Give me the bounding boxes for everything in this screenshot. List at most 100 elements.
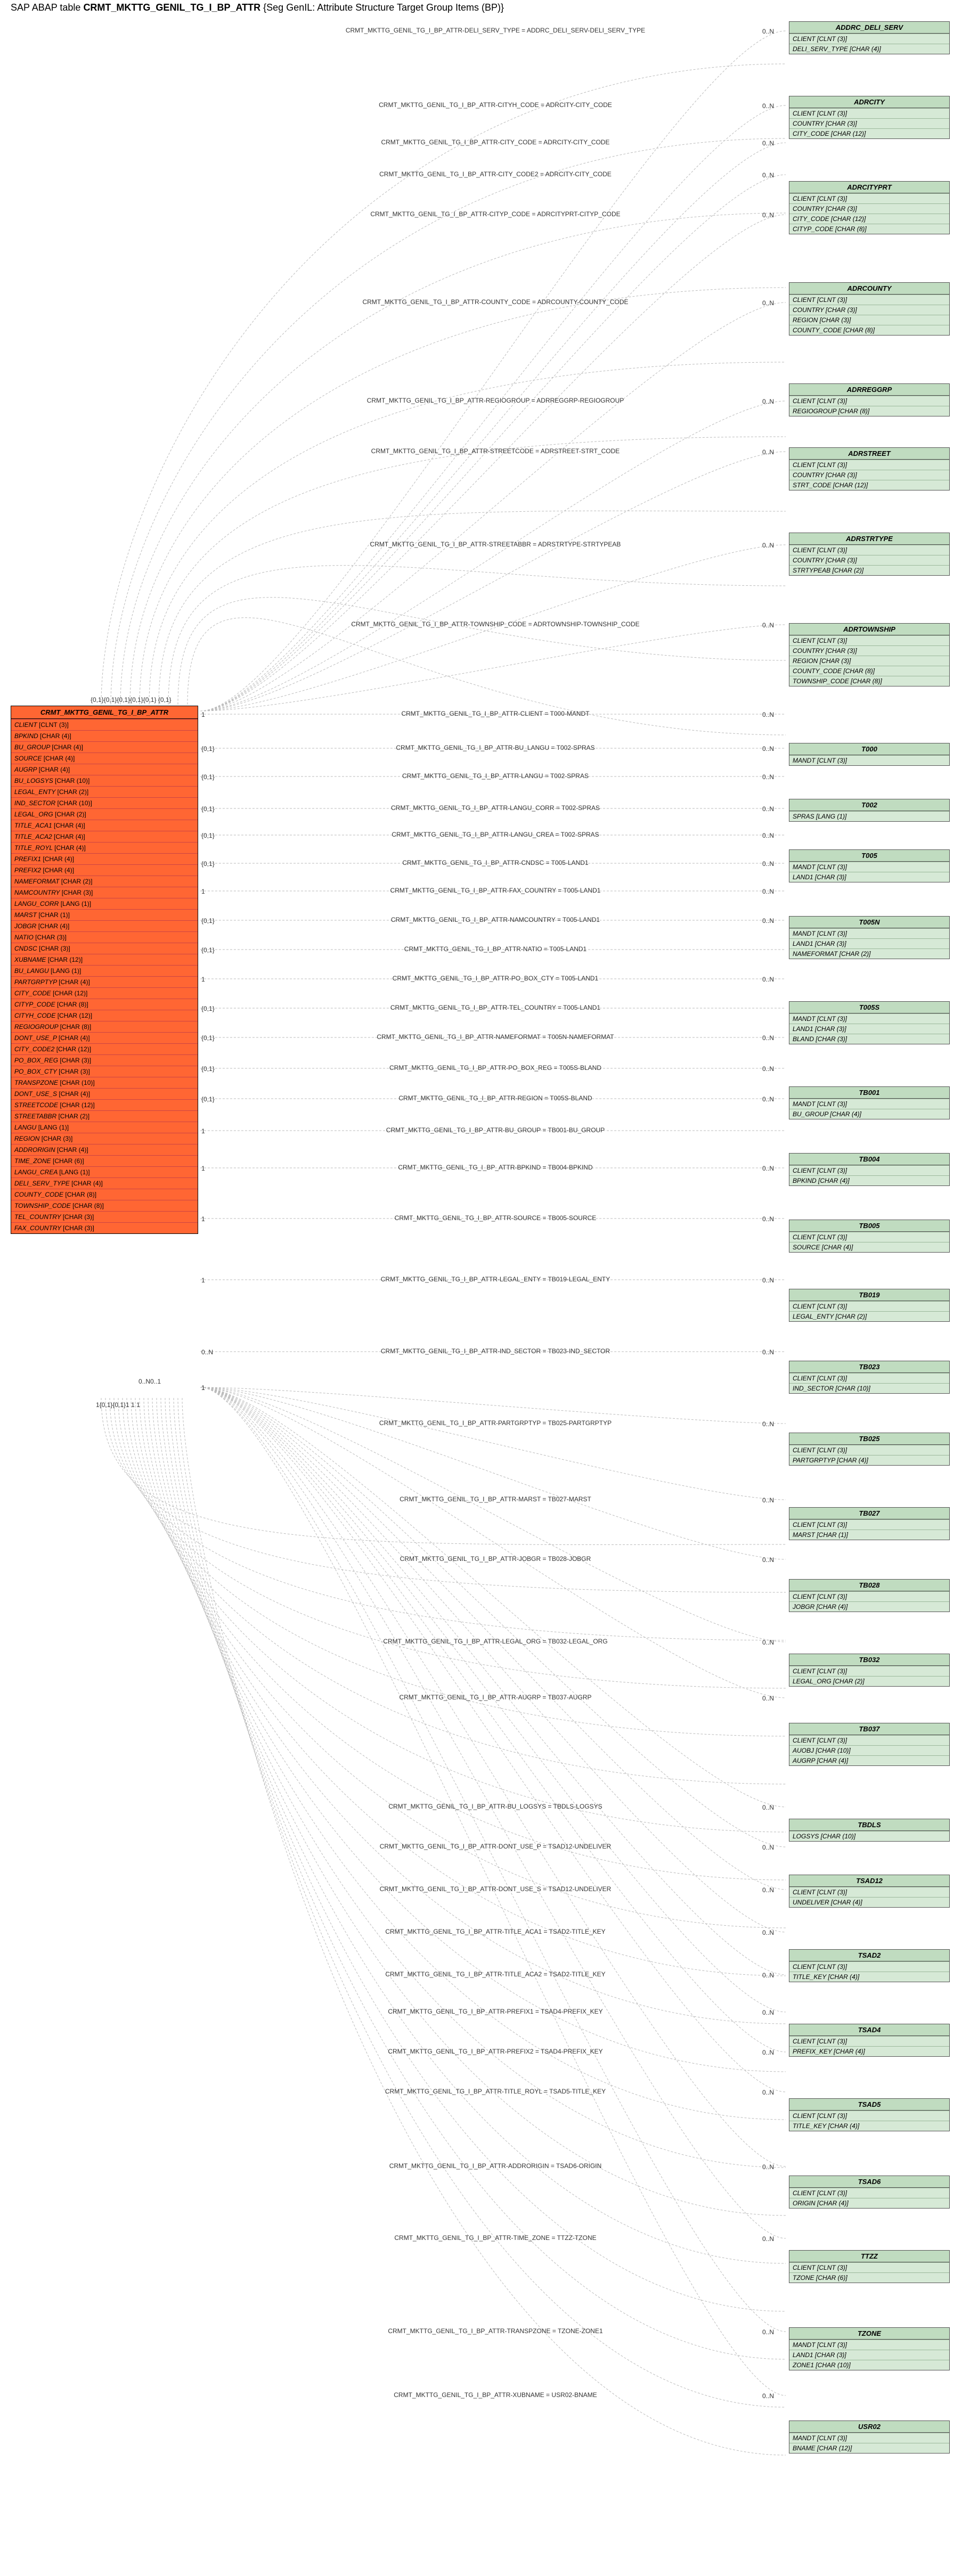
cardinality-left: 1 (201, 888, 205, 895)
relation-label: CRMT_MKTTG_GENIL_TG_I_BP_ATTR-STREETABBR… (256, 541, 735, 548)
entity-header: TB027 (789, 1508, 949, 1519)
entity-field: CLIENT [CLNT (3)] (789, 1165, 949, 1175)
main-entity-field: PO_BOX_CTY [CHAR (3)] (11, 1066, 198, 1077)
entity-tb004: TB004CLIENT [CLNT (3)]BPKIND [CHAR (4)] (789, 1153, 950, 1186)
cardinality-right: 0..N (762, 805, 774, 813)
cardinality-top-cluster: {0,1}{0,1}{0,1}{0,1}{0,1} {0,1} (91, 696, 172, 704)
entity-field: BPKIND [CHAR (4)] (789, 1175, 949, 1185)
entity-field: LEGAL_ENTY [CHAR (2)] (789, 1311, 949, 1321)
entity-header: ADRSTRTYPE (789, 533, 949, 545)
cardinality-left: {0,1} (201, 917, 215, 925)
entity-adrcity: ADRCITYCLIENT [CLNT (3)]COUNTRY [CHAR (3… (789, 96, 950, 139)
entity-tsad12: TSAD12CLIENT [CLNT (3)]UNDELIVER [CHAR (… (789, 1875, 950, 1908)
cardinality-right: 0..N (762, 1804, 774, 1811)
main-entity-field: CITY_CODE2 [CHAR (12)] (11, 1043, 198, 1054)
entity-t000: T000MANDT [CLNT (3)] (789, 743, 950, 766)
entity-field: MANDT [CLNT (3)] (789, 1013, 949, 1024)
entity-field: ZONE1 [CHAR (10)] (789, 2360, 949, 2370)
entity-tbdls: TBDLSLOGSYS [CHAR (10)] (789, 1819, 950, 1842)
entity-field: CLIENT [CLNT (3)] (789, 1301, 949, 1311)
cardinality-right: 0..N (762, 2009, 774, 2016)
relation-label: CRMT_MKTTG_GENIL_TG_I_BP_ATTR-TITLE_ROYL… (256, 2088, 735, 2095)
entity-field: LAND1 [CHAR (3)] (789, 872, 949, 882)
cardinality-right: 0..N (762, 1215, 774, 1223)
entity-field: COUNTRY [CHAR (3)] (789, 555, 949, 565)
main-entity-field: NAMCOUNTRY [CHAR (3)] (11, 887, 198, 898)
entity-field: DELI_SERV_TYPE [CHAR (4)] (789, 44, 949, 54)
entity-header: ADRCITYPRT (789, 182, 949, 193)
page-title: SAP ABAP table CRMT_MKTTG_GENIL_TG_I_BP_… (11, 2, 504, 13)
entity-field: CLIENT [CLNT (3)] (789, 2262, 949, 2272)
entity-t005s: T005SMANDT [CLNT (3)]LAND1 [CHAR (3)]BLA… (789, 1001, 950, 1044)
entity-header: ADRTOWNSHIP (789, 624, 949, 635)
main-entity-field: PREFIX2 [CHAR (4)] (11, 864, 198, 876)
relation-label: CRMT_MKTTG_GENIL_TG_I_BP_ATTR-TEL_COUNTR… (256, 1004, 735, 1011)
cardinality-right: 0..N (762, 888, 774, 895)
entity-tb005: TB005CLIENT [CLNT (3)]SOURCE [CHAR (4)] (789, 1220, 950, 1253)
cardinality-left: 1 (201, 711, 205, 718)
relation-label: CRMT_MKTTG_GENIL_TG_I_BP_ATTR-PREFIX1 = … (256, 2008, 735, 2015)
cardinality-left: {0,1} (201, 1005, 215, 1012)
main-entity-field: TEL_COUNTRY [CHAR (3)] (11, 1211, 198, 1222)
relation-label: CRMT_MKTTG_GENIL_TG_I_BP_ATTR-XUBNAME = … (256, 2391, 735, 2399)
main-entity-field: JOBGR [CHAR (4)] (11, 920, 198, 931)
cardinality-left: {0,1} (201, 745, 215, 753)
cardinality-right: 0..N (762, 621, 774, 629)
entity-header: TB019 (789, 1289, 949, 1301)
cardinality-right: 0..N (762, 1165, 774, 1172)
entity-adrcityprt: ADRCITYPRTCLIENT [CLNT (3)]COUNTRY [CHAR… (789, 181, 950, 234)
entity-field: CLIENT [CLNT (3)] (789, 1519, 949, 1530)
entity-field: CITYP_CODE [CHAR (8)] (789, 224, 949, 234)
entity-field: CLIENT [CLNT (3)] (789, 1591, 949, 1601)
relation-label: CRMT_MKTTG_GENIL_TG_I_BP_ATTR-PO_BOX_CTY… (256, 975, 735, 982)
entity-tsad4: TSAD4CLIENT [CLNT (3)]PREFIX_KEY [CHAR (… (789, 2024, 950, 2057)
main-entity-field: PARTGRPTYP [CHAR (4)] (11, 976, 198, 987)
cardinality-right: 0..N (762, 1972, 774, 1979)
entity-header: ADRSTREET (789, 448, 949, 460)
entity-field: MANDT [CLNT (3)] (789, 862, 949, 872)
entity-header: TB004 (789, 1154, 949, 1165)
main-entity-field: TITLE_ACA2 [CHAR (4)] (11, 831, 198, 842)
main-entity-field: BU_LANGU [LANG (1)] (11, 965, 198, 976)
entity-tb032: TB032CLIENT [CLNT (3)]LEGAL_ORG [CHAR (2… (789, 1654, 950, 1687)
relation-label: CRMT_MKTTG_GENIL_TG_I_BP_ATTR-NATIO = T0… (256, 945, 735, 953)
entity-field: TOWNSHIP_CODE [CHAR (8)] (789, 676, 949, 686)
cardinality-right: 0..N (762, 542, 774, 549)
relation-label: CRMT_MKTTG_GENIL_TG_I_BP_ATTR-LANGU_CREA… (256, 831, 735, 838)
cardinality-right: 0..N (762, 1844, 774, 1851)
entity-adrreggrp: ADRREGGRPCLIENT [CLNT (3)]REGIOGROUP [CH… (789, 383, 950, 416)
cardinality-left: 0..N (201, 1348, 213, 1356)
entity-field: MARST [CHAR (1)] (789, 1530, 949, 1540)
relation-label: CRMT_MKTTG_GENIL_TG_I_BP_ATTR-CITY_CODE … (256, 138, 735, 146)
entity-tb037: TB037CLIENT [CLNT (3)]AUOBJ [CHAR (10)]A… (789, 1723, 950, 1766)
cardinality-left: {0,1} (201, 805, 215, 813)
relation-label: CRMT_MKTTG_GENIL_TG_I_BP_ATTR-COUNTY_COD… (256, 298, 735, 306)
entity-header: ADRREGGRP (789, 384, 949, 396)
entity-field: UNDELIVER [CHAR (4)] (789, 1897, 949, 1907)
main-entity-field: BU_GROUP [CHAR (4)] (11, 741, 198, 753)
cardinality-left: 1 (201, 1277, 205, 1284)
main-entity-field: TRANSPZONE [CHAR (10)] (11, 1077, 198, 1088)
main-entity-field: MARST [CHAR (1)] (11, 909, 198, 920)
relation-label: CRMT_MKTTG_GENIL_TG_I_BP_ATTR-LEGAL_ORG … (256, 1638, 735, 1645)
entity-adrcounty: ADRCOUNTYCLIENT [CLNT (3)]COUNTRY [CHAR … (789, 282, 950, 336)
entity-ttzz: TTZZCLIENT [CLNT (3)]TZONE [CHAR (6)] (789, 2250, 950, 2283)
entity-field: CLIENT [CLNT (3)] (789, 2111, 949, 2121)
main-entity-field: DELI_SERV_TYPE [CHAR (4)] (11, 1177, 198, 1189)
entity-field: COUNTRY [CHAR (3)] (789, 470, 949, 480)
cardinality-right: 0..N (762, 2328, 774, 2336)
main-entity-field: REGION [CHAR (3)] (11, 1133, 198, 1144)
entity-tsad5: TSAD5CLIENT [CLNT (3)]TITLE_KEY [CHAR (4… (789, 2098, 950, 2131)
entity-field: CLIENT [CLNT (3)] (789, 108, 949, 118)
cardinality-right: 0..N (762, 832, 774, 839)
relation-label: CRMT_MKTTG_GENIL_TG_I_BP_ATTR-REGION = T… (256, 1094, 735, 1102)
main-entity-field: CLIENT [CLNT (3)] (11, 719, 198, 730)
main-entity-field: IND_SECTOR [CHAR (10)] (11, 797, 198, 808)
entity-header: ADRCOUNTY (789, 283, 949, 295)
entity-field: CLIENT [CLNT (3)] (789, 1232, 949, 1242)
entity-field: IND_SECTOR [CHAR (10)] (789, 1383, 949, 1393)
entity-tb027: TB027CLIENT [CLNT (3)]MARST [CHAR (1)] (789, 1507, 950, 1540)
main-entity-field: TITLE_ROYL [CHAR (4)] (11, 842, 198, 853)
relation-label: CRMT_MKTTG_GENIL_TG_I_BP_ATTR-DONT_USE_S… (256, 1885, 735, 1893)
relation-label: CRMT_MKTTG_GENIL_TG_I_BP_ATTR-CITYP_CODE… (256, 210, 735, 218)
